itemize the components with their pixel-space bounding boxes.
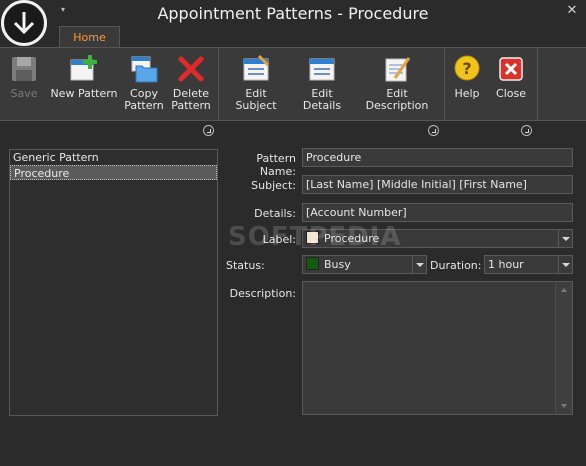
status-select[interactable]: Busy	[302, 255, 427, 274]
red-x-icon	[178, 56, 204, 82]
scroll-down-icon[interactable]	[561, 404, 567, 408]
edit-details-button[interactable]: Edit Details	[292, 54, 352, 112]
new-pattern-label: New Pattern	[50, 87, 118, 100]
copy-pattern-button[interactable]: Copy Pattern	[122, 54, 166, 112]
close-button[interactable]: Close	[493, 54, 529, 100]
save-label: Save	[10, 87, 38, 100]
new-document-plus-icon	[70, 55, 97, 81]
chevron-down-icon[interactable]	[558, 256, 572, 273]
help-question-icon: ?	[454, 55, 480, 81]
details-field[interactable]: [Account Number]	[302, 203, 573, 222]
app-menu-button[interactable]	[1, 0, 47, 46]
ribbon-group-separator	[537, 48, 538, 121]
list-item[interactable]: Procedure	[10, 165, 217, 180]
save-disk-icon	[12, 57, 36, 81]
edit-details-label: Edit Details	[302, 87, 342, 112]
dialog-launcher-icon[interactable]	[428, 125, 439, 136]
list-item[interactable]: Generic Pattern	[10, 150, 217, 165]
subject-field[interactable]: [Last Name] [Middle Initial] [First Name…	[302, 175, 573, 194]
scroll-up-icon[interactable]	[561, 288, 567, 292]
edit-description-button[interactable]: Edit Description	[357, 54, 437, 112]
edit-form-icon	[243, 54, 270, 81]
close-label: Close	[496, 87, 526, 100]
ribbon-group-separator	[218, 48, 219, 121]
watermark: SOFTPEDIA	[228, 222, 402, 252]
status-select-value: Busy	[324, 258, 351, 271]
new-pattern-button[interactable]: New Pattern	[50, 54, 118, 100]
help-label: Help	[454, 87, 480, 100]
dialog-launcher-icon[interactable]	[521, 125, 532, 136]
description-scrollbar[interactable]	[555, 282, 572, 414]
status-label: Status:	[226, 259, 265, 272]
chevron-down-icon[interactable]	[558, 230, 572, 247]
delete-pattern-label-line2: Pattern	[171, 99, 211, 112]
copy-pattern-label-line2: Pattern	[124, 99, 164, 112]
edit-notepad-icon	[385, 57, 411, 82]
ribbon: Save New Pattern Copy Pattern Delete Pat…	[0, 47, 586, 121]
status-color-swatch	[306, 257, 319, 270]
duration-label: Duration:	[430, 259, 482, 272]
help-button[interactable]: ? Help	[450, 54, 484, 100]
delete-pattern-button[interactable]: Delete Pattern	[169, 54, 213, 112]
duration-select-value: 1 hour	[488, 258, 524, 271]
close-red-icon	[499, 57, 523, 81]
description-textarea[interactable]	[302, 281, 573, 415]
details-label: Details:	[254, 207, 296, 220]
edit-description-label: Edit Description	[365, 87, 429, 112]
edit-subject-label: Edit Subject	[235, 87, 277, 112]
chevron-down-icon[interactable]	[412, 256, 426, 273]
title-bar: ▾ Appointment Patterns - Procedure ✕	[0, 0, 586, 46]
pattern-name-label: Pattern Name:	[256, 152, 296, 178]
pattern-name-input[interactable]: Procedure	[302, 148, 573, 167]
description-label: Description:	[229, 287, 296, 300]
window-close-button[interactable]: ✕	[565, 3, 579, 18]
pattern-list[interactable]: Generic Pattern Procedure	[9, 149, 218, 416]
edit-form-icon	[309, 58, 335, 81]
window-title: Appointment Patterns - Procedure	[157, 4, 429, 23]
ribbon-group-separator	[444, 48, 445, 121]
svg-text:?: ?	[462, 59, 471, 78]
duration-select[interactable]: 1 hour	[484, 255, 573, 274]
download-arrow-icon	[13, 12, 35, 35]
edit-subject-button[interactable]: Edit Subject	[224, 54, 288, 112]
copy-folder-icon	[131, 56, 158, 83]
tab-home[interactable]: Home	[59, 26, 120, 48]
subject-label: Subject:	[251, 179, 296, 192]
save-button[interactable]: Save	[6, 54, 42, 100]
dialog-launcher-icon[interactable]	[203, 125, 214, 136]
